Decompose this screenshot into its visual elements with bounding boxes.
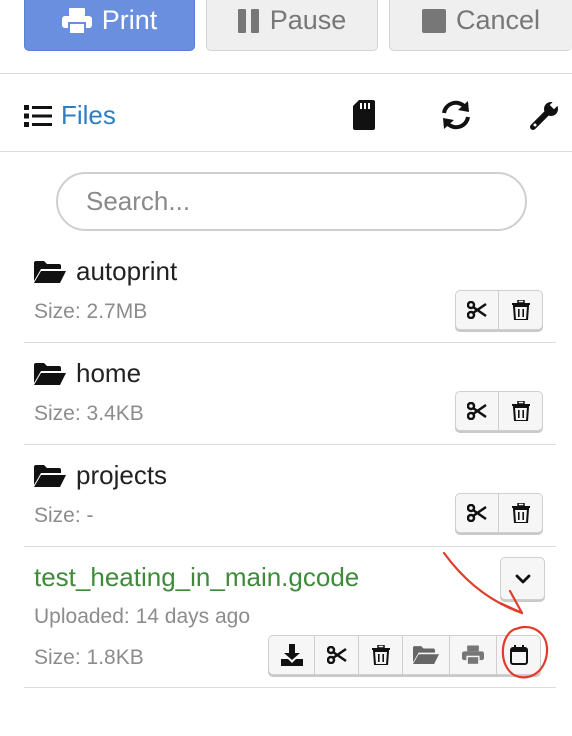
refresh-icon xyxy=(440,100,472,130)
move-button[interactable] xyxy=(455,290,499,330)
folder-name: autoprint xyxy=(76,256,178,286)
scissors-icon xyxy=(467,504,487,522)
delete-button[interactable] xyxy=(499,493,543,533)
scissors-icon xyxy=(326,646,347,664)
file-size: Size: 3.4KB xyxy=(34,402,144,425)
download-button[interactable] xyxy=(268,635,315,675)
trash-icon xyxy=(511,300,530,320)
upload-date: Uploaded: 14 days ago xyxy=(34,605,250,628)
delete-button[interactable] xyxy=(359,635,403,675)
folder-name: home xyxy=(76,358,142,388)
divider xyxy=(0,73,572,74)
divider xyxy=(24,342,556,343)
move-button[interactable] xyxy=(315,635,359,675)
file-actions xyxy=(455,290,543,330)
annotation-arrow-icon xyxy=(442,551,549,679)
file-size: Size: 1.8KB xyxy=(34,646,144,669)
sd-card-button[interactable] xyxy=(348,97,380,133)
print-icon xyxy=(61,7,92,34)
divider xyxy=(24,687,556,688)
folder-open-icon xyxy=(34,260,66,283)
print-label: Print xyxy=(101,5,158,35)
pause-icon xyxy=(237,8,260,33)
pause-label: Pause xyxy=(269,5,347,35)
file-size: Size: - xyxy=(34,504,94,527)
file-actions xyxy=(455,493,543,533)
move-button[interactable] xyxy=(455,391,499,431)
delete-button[interactable] xyxy=(499,290,543,330)
print-button[interactable]: Print xyxy=(24,0,195,51)
delete-button[interactable] xyxy=(499,391,543,431)
trash-icon xyxy=(511,401,530,421)
file-entry-name[interactable]: home xyxy=(34,358,141,389)
trash-icon xyxy=(511,503,530,523)
cancel-label: Cancel xyxy=(455,5,541,35)
scissors-icon xyxy=(467,301,487,319)
folder-name: projects xyxy=(76,460,168,490)
gcode-file-name[interactable]: test_heating_in_main.gcode xyxy=(34,562,359,593)
wrench-icon xyxy=(530,100,560,130)
file-actions xyxy=(455,391,543,431)
download-icon xyxy=(280,644,303,666)
folder-open-icon xyxy=(34,362,66,385)
file-entry-name[interactable]: projects xyxy=(34,460,167,491)
file-entry-name[interactable]: autoprint xyxy=(34,256,177,287)
divider xyxy=(24,444,556,445)
divider xyxy=(0,151,572,152)
trash-icon xyxy=(371,645,390,665)
cancel-button[interactable]: Cancel xyxy=(389,0,572,51)
folder-open-icon xyxy=(34,464,66,487)
file-size: Size: 2.7MB xyxy=(34,300,148,323)
files-label: Files xyxy=(61,100,116,130)
refresh-button[interactable] xyxy=(440,97,472,133)
scissors-icon xyxy=(467,402,487,420)
move-button[interactable] xyxy=(455,493,499,533)
search-input[interactable] xyxy=(56,172,527,231)
list-icon xyxy=(24,104,52,127)
files-tab[interactable]: Files xyxy=(24,100,116,131)
settings-button[interactable] xyxy=(529,97,561,133)
stop-icon xyxy=(421,8,446,33)
sd-card-icon xyxy=(353,100,375,130)
pause-button[interactable]: Pause xyxy=(206,0,378,51)
